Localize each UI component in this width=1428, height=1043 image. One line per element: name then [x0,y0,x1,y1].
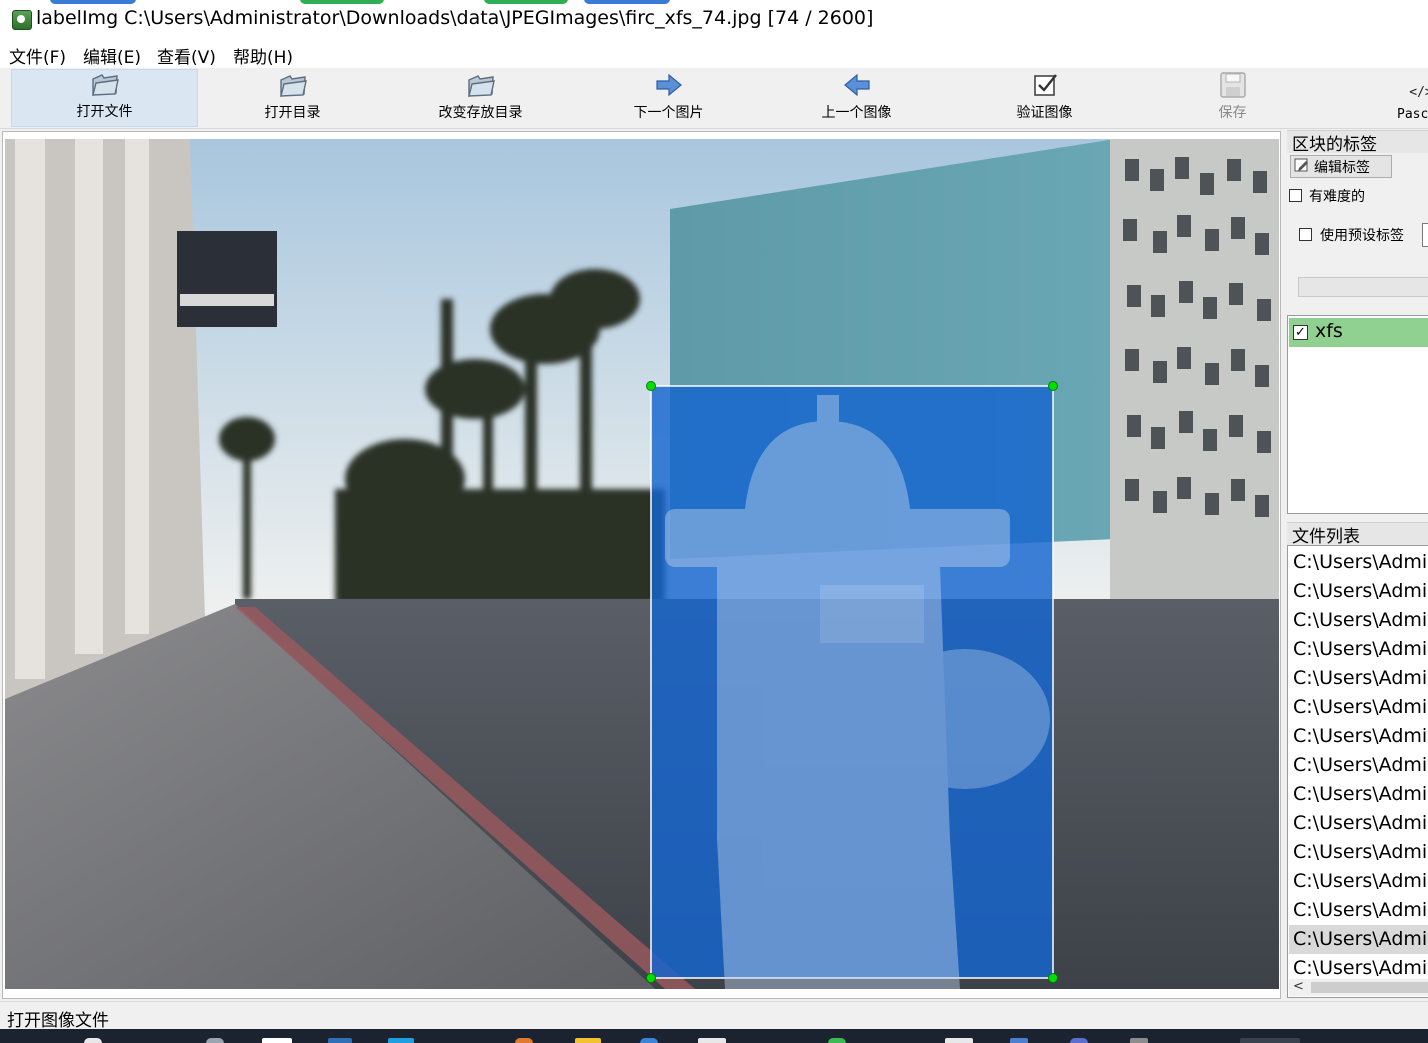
taskbar-app-icon[interactable] [262,1038,292,1043]
arrow-right-icon [654,71,684,99]
checkmark-box-icon [1030,71,1060,99]
taskbar-app-icon[interactable] [828,1038,846,1043]
arrow-left-icon [842,71,872,99]
status-bar: 打开图像文件 [0,1001,1428,1031]
menu-file[interactable]: 文件(F) [9,43,66,68]
menu-bar: 文件(F) 编辑(E) 查看(V) 帮助(H) [0,38,1428,68]
edit-label-text: 编辑标签 [1314,159,1370,176]
save-button[interactable]: 保存 [1139,69,1326,127]
taskbar-app-icon[interactable] [640,1038,658,1043]
os-taskbar [0,1029,1428,1043]
taskbar-tab-indicator [584,0,670,4]
folder-icon [278,71,308,99]
file-list-title: 文件列表 [1292,527,1360,547]
menu-view[interactable]: 查看(V) [157,43,216,68]
street-photo [5,139,1279,989]
label-item-text: xfs [1315,320,1343,342]
open-dir-label: 打开目录 [264,105,321,121]
difficult-checkbox[interactable] [1289,189,1302,202]
app-icon [12,10,32,30]
next-image-button[interactable]: 下一个图片 [575,69,762,127]
image-canvas[interactable] [5,139,1279,989]
taskbar-active-app[interactable] [1240,1038,1300,1043]
file-list[interactable]: C:\Users\Administrator C:\Users\Administ… [1287,545,1428,998]
taskbar-app-icon[interactable] [945,1038,973,1043]
window-title: labelImg C:\Users\Administrator\Download… [36,7,874,29]
vertex-handle[interactable] [1048,973,1058,983]
format-pascal-button[interactable]: </> Pascal [1327,69,1428,127]
svg-text:</>: </> [1409,85,1428,100]
use-default-label-text: 使用预设标签 [1320,228,1404,244]
taskbar-tab-indicator [300,0,384,4]
prev-image-label: 上一个图像 [821,105,892,121]
menu-edit[interactable]: 编辑(E) [83,43,141,68]
file-list-item[interactable]: C:\Users\Administrator [1289,780,1428,809]
taskbar-app-icon[interactable] [206,1038,224,1043]
open-dir-button[interactable]: 打开目录 [199,69,386,127]
taskbar-app-icon[interactable] [515,1038,533,1043]
taskbar-search-icon[interactable] [84,1038,102,1043]
taskbar-app-icon[interactable] [1130,1038,1148,1043]
verify-image-label: 验证图像 [1016,105,1073,121]
taskbar-tab-indicator [50,0,136,4]
vertex-handle[interactable] [646,973,656,983]
taskbar-tab-indicator [484,0,568,4]
prev-image-button[interactable]: 上一个图像 [763,69,950,127]
title-bar: labelImg C:\Users\Administrator\Download… [0,0,1428,38]
verify-image-button[interactable]: 验证图像 [951,69,1138,127]
file-list-item[interactable]: C:\Users\Administrator [1289,809,1428,838]
box-labels-title: 区块的标签 [1292,135,1377,155]
format-label: Pascal [1397,107,1428,122]
scrollbar-thumb[interactable] [1311,982,1428,993]
label-list-item[interactable]: ✓ xfs [1289,318,1428,347]
default-label-input[interactable] [1422,223,1428,247]
use-default-label-checkbox[interactable] [1299,228,1312,241]
save-label: 保存 [1218,105,1247,121]
file-list-item[interactable]: C:\Users\Administrator [1289,751,1428,780]
vertex-handle[interactable] [1048,381,1058,391]
taskbar-app-icon[interactable] [698,1038,726,1043]
open-file-button[interactable]: 打开文件 [11,69,198,127]
taskbar-app-icon[interactable] [1010,1038,1028,1043]
difficult-label: 有难度的 [1309,189,1365,205]
label-visible-checkbox[interactable]: ✓ [1293,325,1308,340]
file-list-item[interactable]: C:\Users\Administrator [1289,577,1428,606]
floppy-disk-icon [1218,71,1248,99]
file-list-horizontal-scrollbar[interactable]: < [1289,979,1428,996]
taskbar-app-icon[interactable] [328,1038,352,1043]
file-list-item[interactable]: C:\Users\Administrator [1289,896,1428,925]
edit-label-button[interactable]: 编辑标签 [1290,155,1392,178]
default-label-combobox[interactable] [1298,277,1428,297]
file-list-item[interactable]: C:\Users\Administrator [1289,693,1428,722]
taskbar-app-icon[interactable] [388,1038,414,1043]
file-list-item-selected[interactable]: C:\Users\Administrator [1289,925,1428,954]
file-list-item[interactable]: C:\Users\Administrator [1289,722,1428,751]
change-save-dir-button[interactable]: 改变存放目录 [387,69,574,127]
next-image-label: 下一个图片 [633,105,704,121]
taskbar-app-icon[interactable] [1070,1038,1088,1043]
folder-icon [466,71,496,99]
file-list-item[interactable]: C:\Users\Administrator [1289,548,1428,577]
file-list-item[interactable]: C:\Users\Administrator [1289,606,1428,635]
file-list-item[interactable]: C:\Users\Administrator [1289,635,1428,664]
scroll-left-arrow-icon[interactable]: < [1293,979,1304,994]
file-list-item[interactable]: C:\Users\Administrator [1289,867,1428,896]
vertex-handle[interactable] [646,381,656,391]
code-tag-icon: </> [1406,76,1428,104]
open-file-label: 打开文件 [76,104,133,120]
label-list[interactable]: ✓ xfs [1287,315,1428,514]
change-save-dir-label: 改变存放目录 [438,105,523,121]
file-list-item[interactable]: C:\Users\Administrator [1289,664,1428,693]
edit-pencil-icon [1294,157,1310,177]
folder-icon [90,70,120,98]
taskbar-app-icon[interactable] [575,1038,601,1043]
toolbar: 打开文件 打开目录 改变存放目录 下一个图片 上一个图像 验证图像 保存 </ … [0,68,1428,129]
menu-help[interactable]: 帮助(H) [233,43,293,68]
file-list-item[interactable]: C:\Users\Administrator [1289,838,1428,867]
status-text: 打开图像文件 [7,1011,109,1031]
